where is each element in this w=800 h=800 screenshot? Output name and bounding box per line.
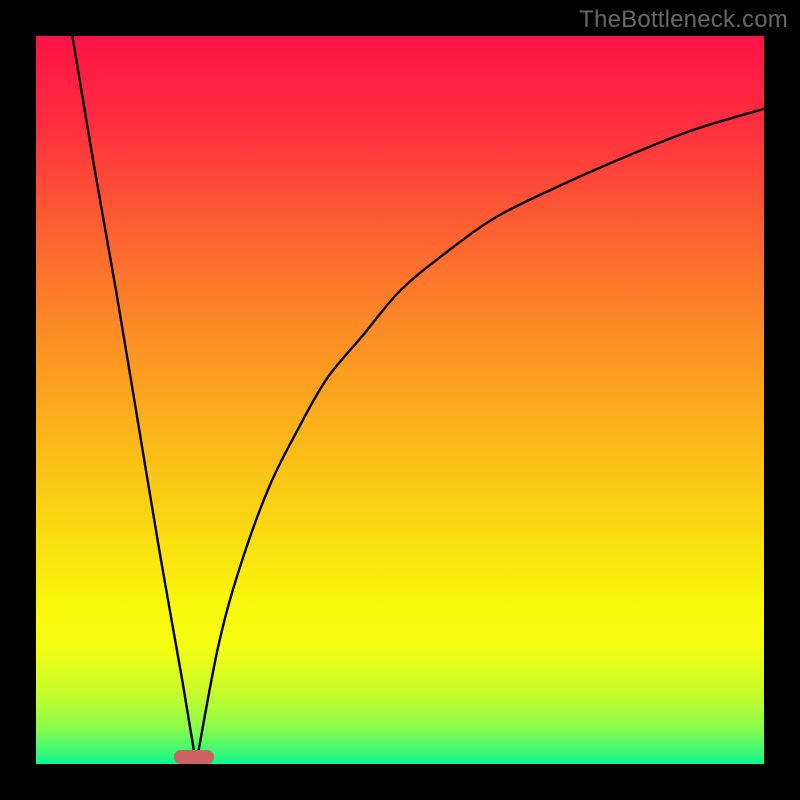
chart-frame: TheBottleneck.com [0, 0, 800, 800]
plot-area [36, 36, 764, 764]
bottleneck-curve [36, 36, 764, 764]
watermark-text: TheBottleneck.com [579, 6, 788, 34]
optimum-marker [174, 750, 214, 764]
